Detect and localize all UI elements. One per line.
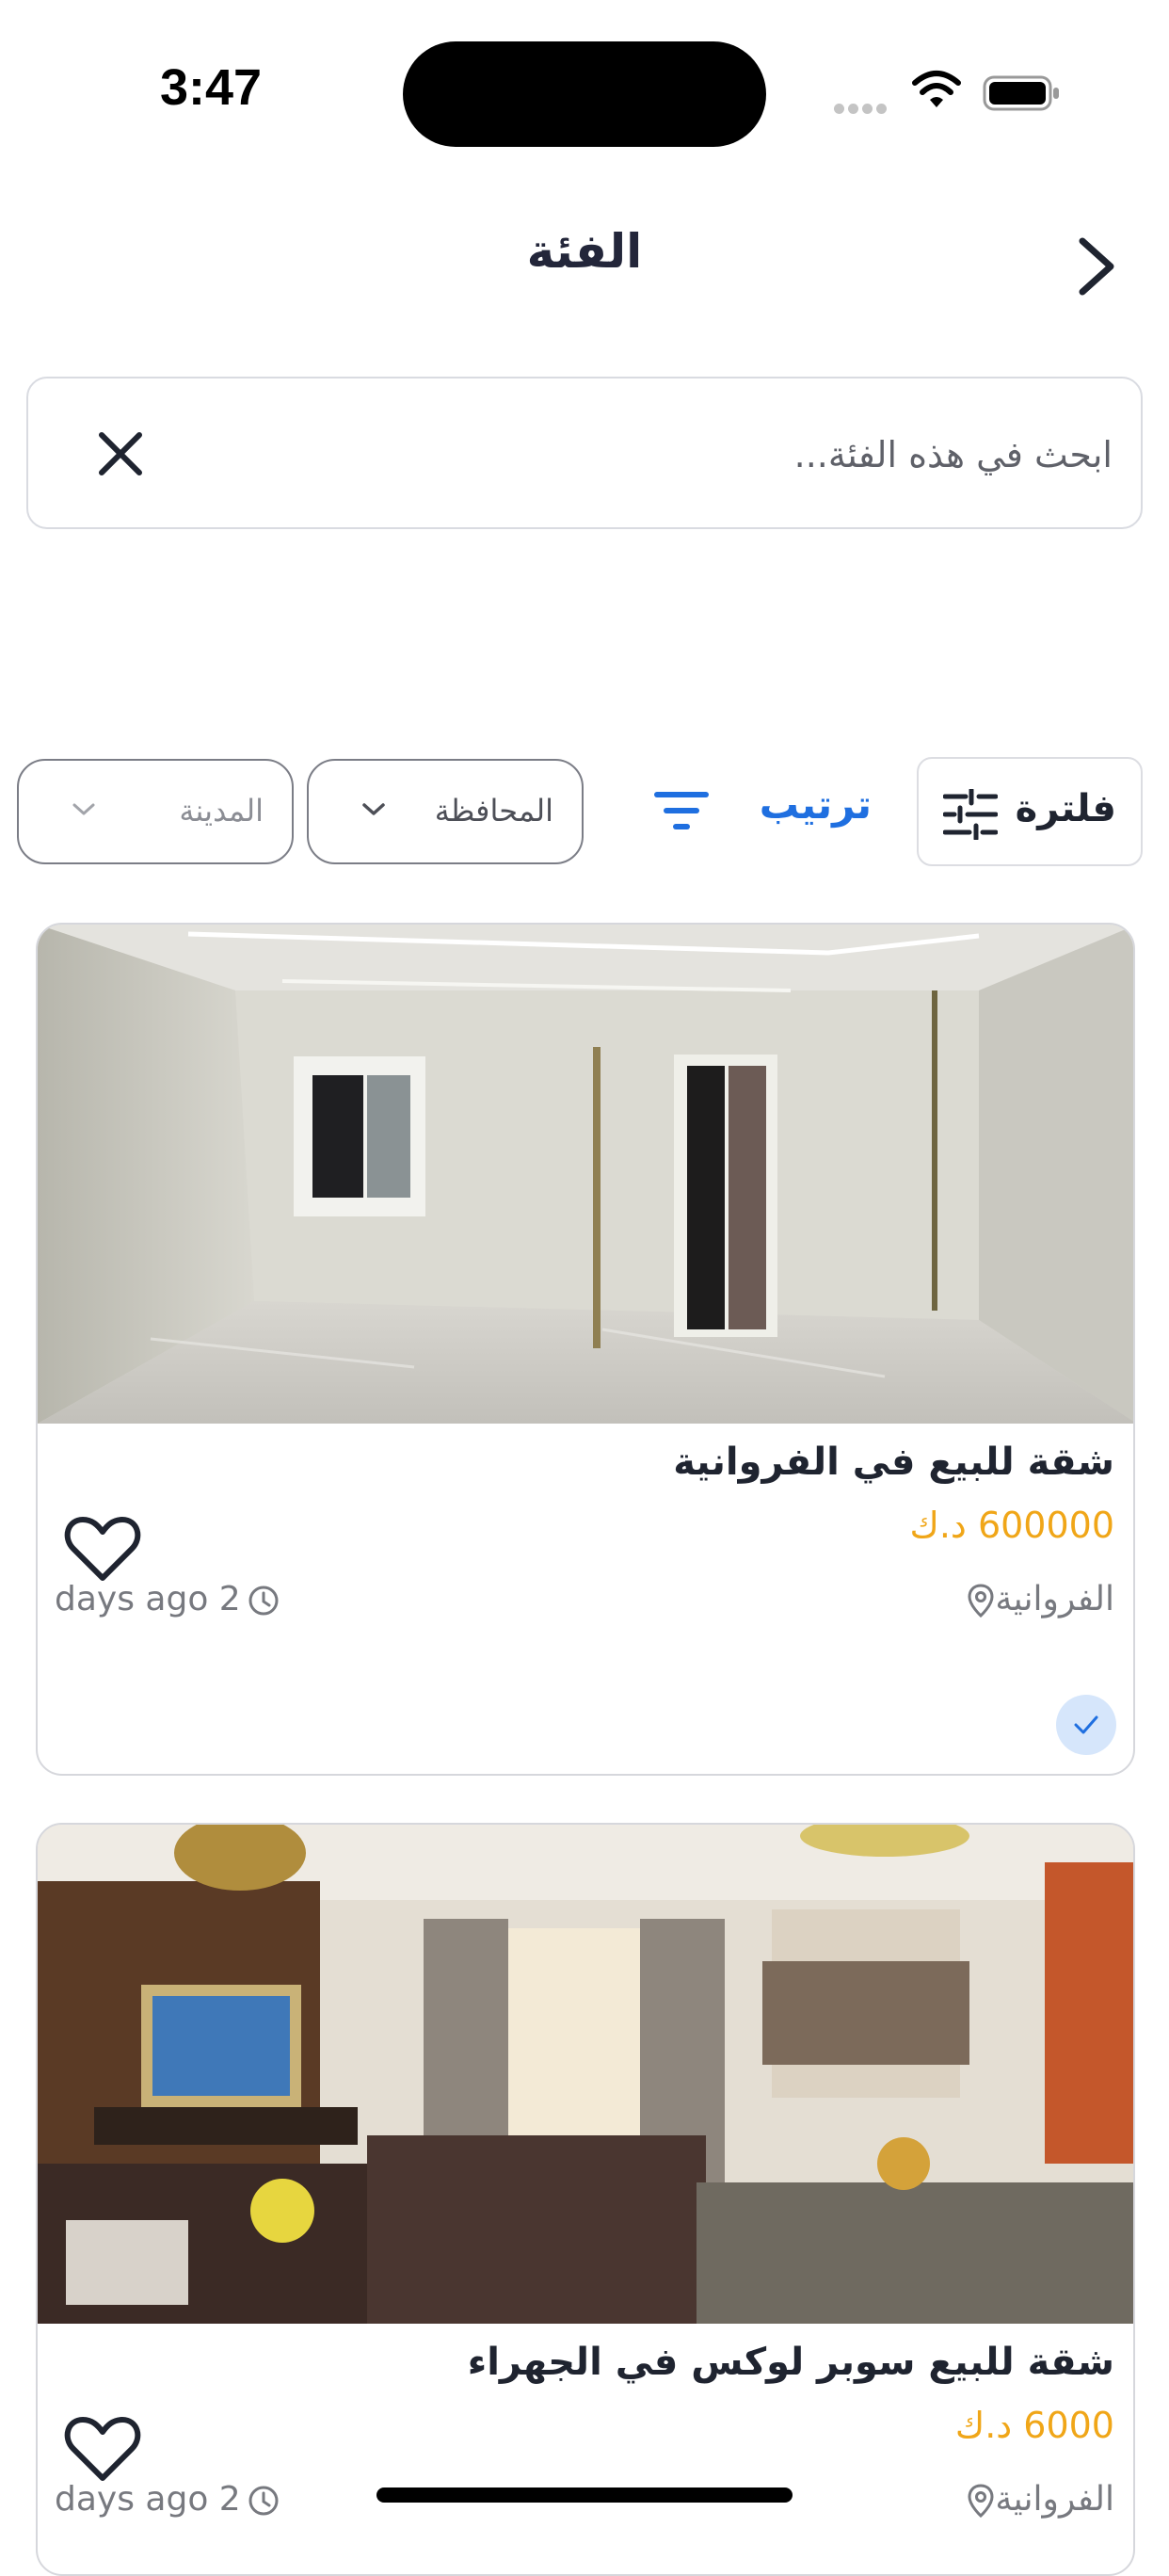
checkmark-icon xyxy=(1074,1715,1098,1734)
filter-button[interactable]: فلترة xyxy=(917,757,1143,866)
search-input[interactable] xyxy=(160,416,1114,493)
chevron-down-icon xyxy=(362,803,385,815)
chevron-down-icon xyxy=(72,803,95,815)
cellular-signal-icon xyxy=(834,100,892,114)
home-indicator[interactable] xyxy=(376,2487,793,2503)
listing-title: شقة للبيع سوبر لوكس في الجهراء xyxy=(467,2341,1114,2384)
listing-photo[interactable] xyxy=(38,925,1135,1424)
filter-button-label: فلترة xyxy=(1015,787,1116,830)
sort-lines-icon xyxy=(654,792,709,829)
listing-price: 600000 د.ك xyxy=(909,1505,1114,1546)
verified-badge xyxy=(1056,1695,1116,1755)
province-select[interactable]: المحافظة xyxy=(307,759,584,864)
city-select-label: المدينة xyxy=(179,793,264,829)
city-select[interactable]: المدينة xyxy=(17,759,294,864)
listing-card[interactable]: شقة للبيع سوبر لوكس في الجهراء 6000 د.ك … xyxy=(36,1823,1135,2576)
sliders-icon xyxy=(943,789,998,840)
location-text: الفروانية xyxy=(995,2480,1114,2519)
province-select-label: المحافظة xyxy=(434,793,553,829)
listing-card[interactable]: شقة للبيع في الفروانية 600000 د.ك الفروا… xyxy=(36,923,1135,1776)
sort-button[interactable]: ترتيب xyxy=(648,772,892,857)
battery-icon xyxy=(983,75,1059,111)
listing-location: الفروانية xyxy=(957,1580,1114,1618)
search-bar xyxy=(26,377,1143,529)
status-time: 3:47 xyxy=(160,59,263,116)
listing-photo[interactable] xyxy=(38,1825,1135,2324)
chevron-right-icon[interactable] xyxy=(1064,232,1129,301)
heart-icon[interactable] xyxy=(64,1514,141,1584)
clock-icon xyxy=(248,2486,279,2516)
close-icon[interactable] xyxy=(94,427,147,480)
wifi-icon xyxy=(912,71,961,107)
sort-button-label: ترتيب xyxy=(759,781,872,828)
listing-title: شقة للبيع في الفروانية xyxy=(673,1441,1114,1484)
heart-icon[interactable] xyxy=(64,2414,141,2484)
dynamic-island xyxy=(403,41,766,147)
location-pin-icon xyxy=(968,2484,994,2519)
listing-price: 6000 د.ك xyxy=(954,2405,1114,2446)
listing-time: days ago 2 xyxy=(55,2480,280,2519)
time-text: days ago 2 xyxy=(55,1580,241,1618)
time-text: days ago 2 xyxy=(55,2480,241,2519)
clock-icon xyxy=(248,1586,279,1616)
location-text: الفروانية xyxy=(995,1580,1114,1618)
listing-time: days ago 2 xyxy=(55,1580,280,1618)
listing-location: الفروانية xyxy=(957,2480,1114,2519)
location-pin-icon xyxy=(968,1584,994,1618)
page-title: الفئة xyxy=(526,224,643,279)
